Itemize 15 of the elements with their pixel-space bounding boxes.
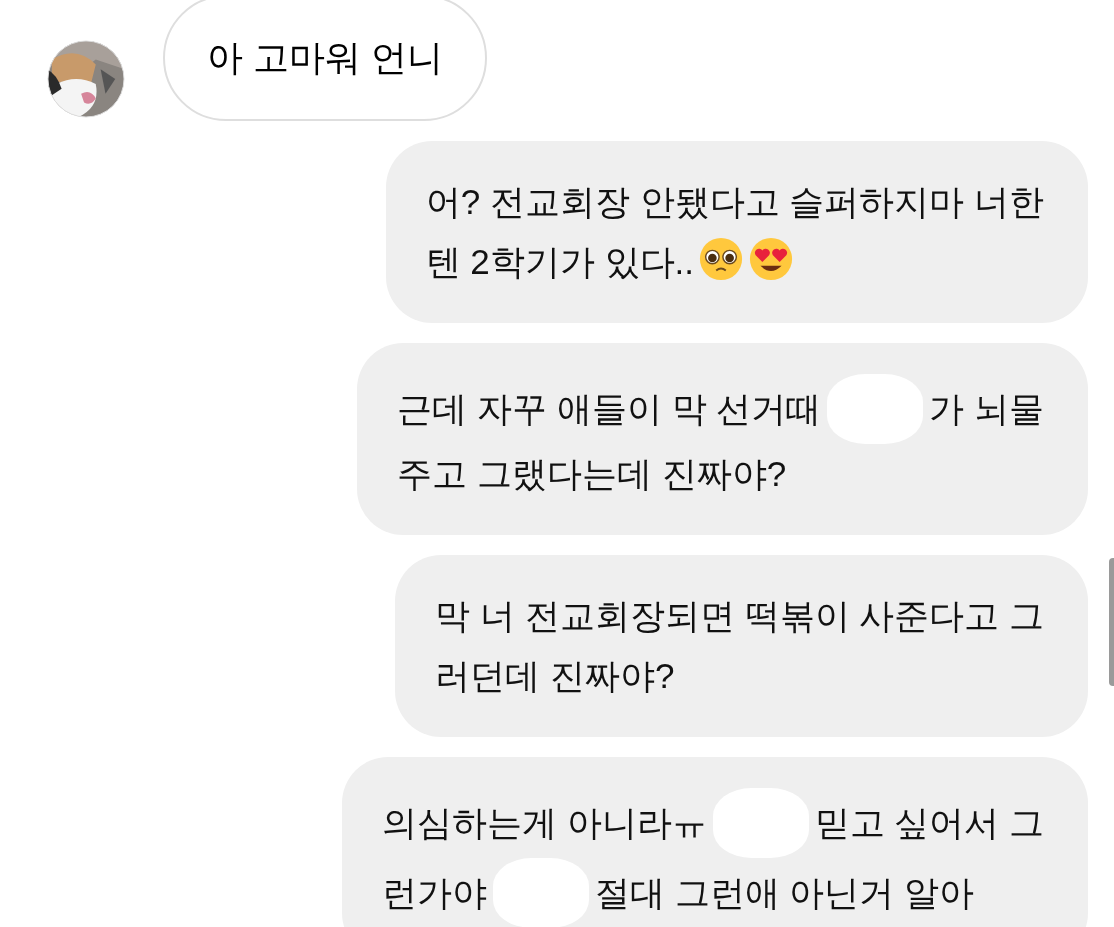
pleading-emoji-icon: [698, 236, 744, 282]
heart-eyes-emoji-icon: [748, 236, 794, 282]
message-text: 가 뇌물: [929, 388, 1044, 430]
message-text: 절대 그런애 아닌거 알아: [594, 872, 974, 914]
message-text: 텐 2학기가 있다..: [425, 241, 694, 283]
message-text: 근데 자꾸 애들이 막 선거때: [397, 388, 822, 430]
message-text: 믿고 싶어서 그: [814, 802, 1044, 844]
message-text: 아 고마워 언니: [207, 36, 443, 80]
message-text: 런가야: [381, 872, 487, 914]
message-text: 주고 그랬다는데 진짜야?: [397, 453, 787, 495]
message-text: 러던데 진짜야?: [435, 655, 675, 697]
message-text: 의심하는게 아니라ㅠ: [381, 802, 707, 844]
message-text: 어? 전교회장 안됐다고 슬퍼하지마 너한: [425, 181, 1044, 223]
scroll-bar[interactable]: [1109, 558, 1114, 686]
message-text: 막 너 전교회장되면 떡볶이 사준다고 그: [435, 595, 1044, 637]
